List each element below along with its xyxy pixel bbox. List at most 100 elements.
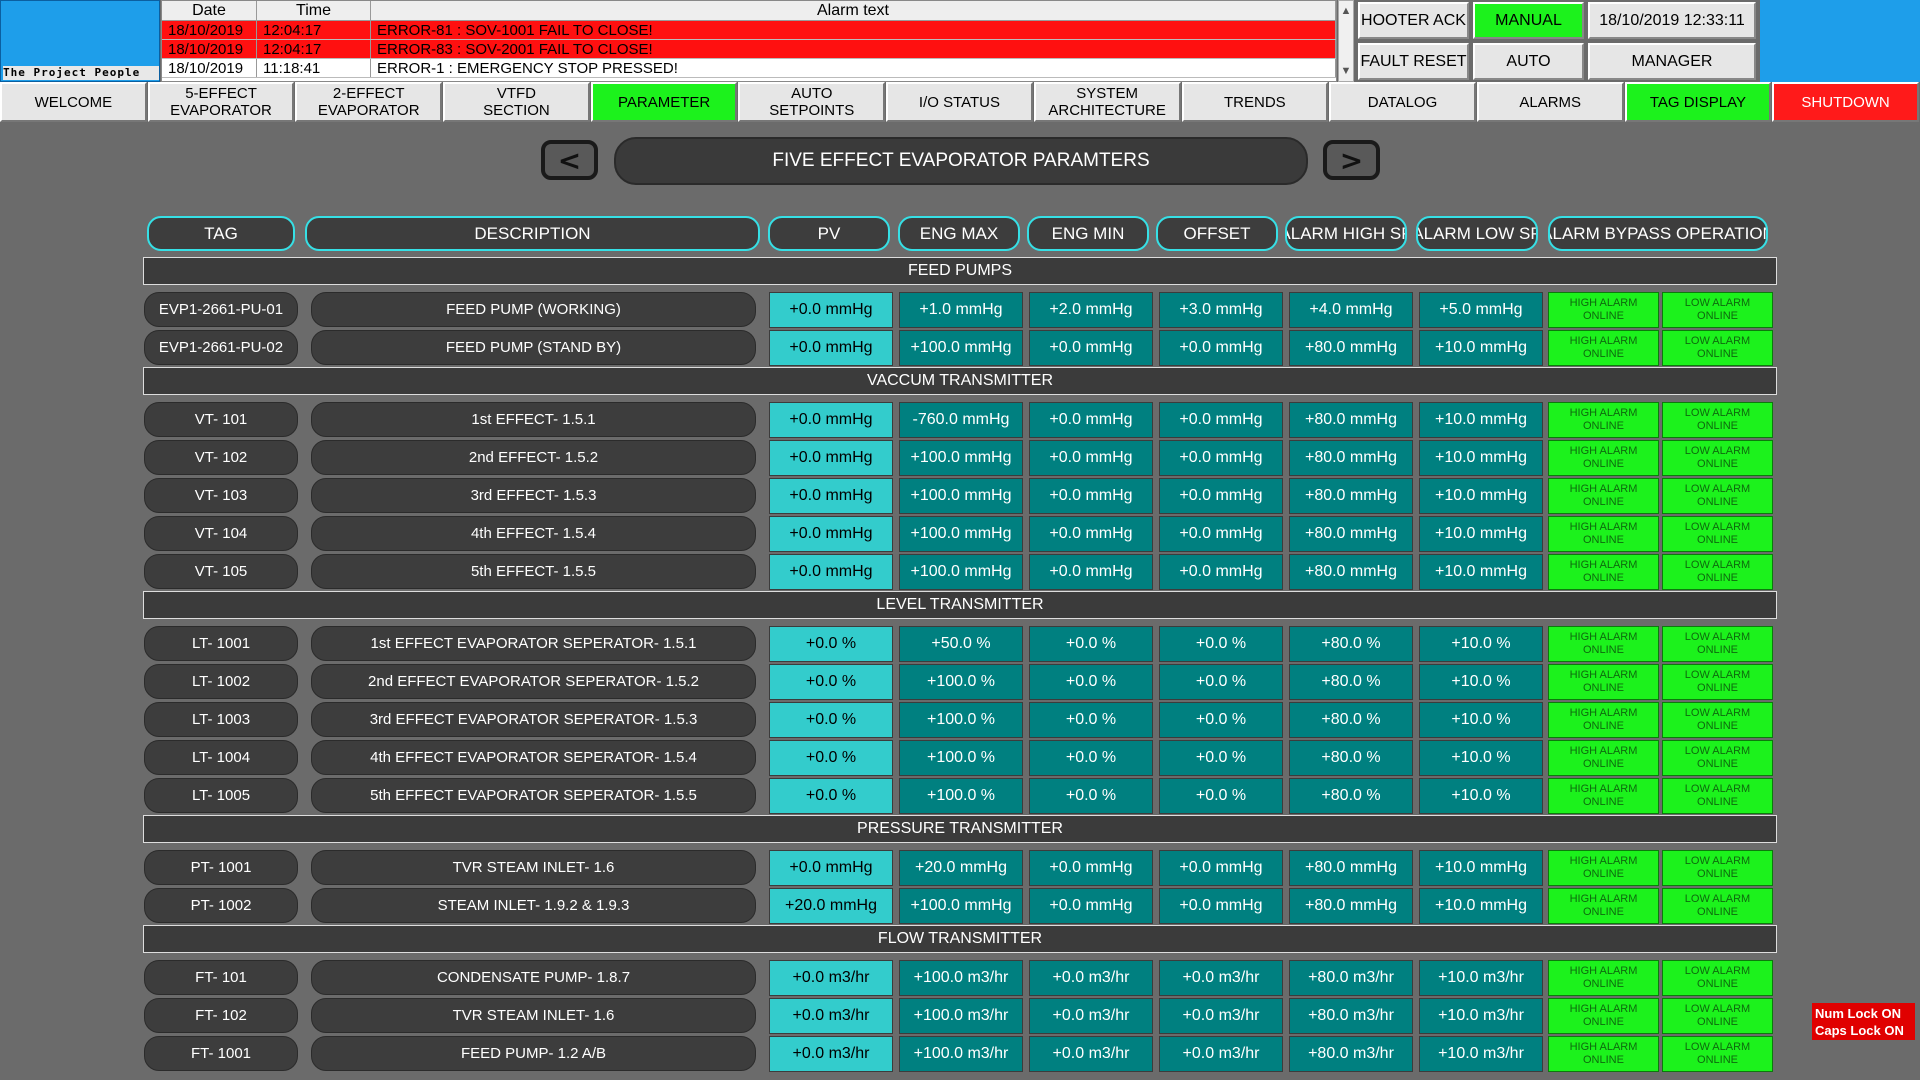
high-alarm-bypass-button[interactable]: HIGH ALARM ONLINE bbox=[1548, 626, 1659, 662]
alarm-high-sp-value[interactable]: +80.0 mmHg bbox=[1289, 554, 1413, 590]
eng-max-value[interactable]: +20.0 mmHg bbox=[899, 850, 1023, 886]
nav-2-effect-evaporator-button[interactable]: 2-EFFECT EVAPORATOR bbox=[295, 82, 443, 122]
nav-parameter-button[interactable]: PARAMETER bbox=[590, 82, 738, 122]
nav-5-effect-evaporator-button[interactable]: 5-EFFECT EVAPORATOR bbox=[147, 82, 295, 122]
alarm-row[interactable]: 18/10/2019 11:18:41 ERROR-1 : EMERGENCY ST… bbox=[162, 59, 1336, 78]
alarm-high-sp-value[interactable]: +80.0 mmHg bbox=[1289, 478, 1413, 514]
low-alarm-bypass-button[interactable]: LOW ALARM ONLINE bbox=[1662, 998, 1773, 1034]
alarm-low-sp-value[interactable]: +10.0 % bbox=[1419, 664, 1543, 700]
nav-welcome-button[interactable]: WELCOME bbox=[0, 82, 147, 122]
eng-min-value[interactable]: +0.0 mmHg bbox=[1029, 888, 1153, 924]
offset-value[interactable]: +0.0 % bbox=[1159, 778, 1283, 814]
high-alarm-bypass-button[interactable]: HIGH ALARM ONLINE bbox=[1548, 554, 1659, 590]
alarm-high-sp-value[interactable]: +4.0 mmHg bbox=[1289, 292, 1413, 328]
eng-max-value[interactable]: +50.0 % bbox=[899, 626, 1023, 662]
high-alarm-bypass-button[interactable]: HIGH ALARM ONLINE bbox=[1548, 1036, 1659, 1072]
offset-value[interactable]: +0.0 % bbox=[1159, 702, 1283, 738]
low-alarm-bypass-button[interactable]: LOW ALARM ONLINE bbox=[1662, 664, 1773, 700]
offset-value[interactable]: +0.0 mmHg bbox=[1159, 440, 1283, 476]
eng-max-value[interactable]: +100.0 m3/hr bbox=[899, 998, 1023, 1034]
eng-max-value[interactable]: +100.0 mmHg bbox=[899, 554, 1023, 590]
offset-value[interactable]: +0.0 mmHg bbox=[1159, 554, 1283, 590]
eng-min-value[interactable]: +2.0 mmHg bbox=[1029, 292, 1153, 328]
eng-min-value[interactable]: +0.0 m3/hr bbox=[1029, 960, 1153, 996]
eng-max-value[interactable]: +100.0 mmHg bbox=[899, 888, 1023, 924]
eng-max-value[interactable]: +100.0 mmHg bbox=[899, 440, 1023, 476]
nav-tag-display-button[interactable]: TAG DISPLAY bbox=[1624, 82, 1772, 122]
auto-mode-button[interactable]: AUTO bbox=[1473, 43, 1584, 80]
high-alarm-bypass-button[interactable]: HIGH ALARM ONLINE bbox=[1548, 402, 1659, 438]
high-alarm-bypass-button[interactable]: HIGH ALARM ONLINE bbox=[1548, 330, 1659, 366]
alarm-high-sp-value[interactable]: +80.0 % bbox=[1289, 702, 1413, 738]
alarm-low-sp-value[interactable]: +5.0 mmHg bbox=[1419, 292, 1543, 328]
alarm-high-sp-value[interactable]: +80.0 % bbox=[1289, 778, 1413, 814]
nav-trends-button[interactable]: TRENDS bbox=[1181, 82, 1329, 122]
eng-min-value[interactable]: +0.0 mmHg bbox=[1029, 516, 1153, 552]
high-alarm-bypass-button[interactable]: HIGH ALARM ONLINE bbox=[1548, 664, 1659, 700]
nav-i-o-status-button[interactable]: I/O STATUS bbox=[886, 82, 1033, 122]
eng-min-value[interactable]: +0.0 mmHg bbox=[1029, 330, 1153, 366]
low-alarm-bypass-button[interactable]: LOW ALARM ONLINE bbox=[1662, 740, 1773, 776]
low-alarm-bypass-button[interactable]: LOW ALARM ONLINE bbox=[1662, 554, 1773, 590]
eng-max-value[interactable]: +100.0 m3/hr bbox=[899, 1036, 1023, 1072]
alarm-row[interactable]: 18/10/2019 12:04:17 ERROR-83 : SOV-2001 FA… bbox=[162, 40, 1336, 59]
fault-reset-button[interactable]: FAULT RESET bbox=[1358, 43, 1469, 80]
high-alarm-bypass-button[interactable]: HIGH ALARM ONLINE bbox=[1548, 702, 1659, 738]
low-alarm-bypass-button[interactable]: LOW ALARM ONLINE bbox=[1662, 440, 1773, 476]
alarm-row[interactable]: 18/10/2019 12:04:17 ERROR-81 : SOV-1001 FA… bbox=[162, 21, 1336, 40]
eng-min-value[interactable]: +0.0 % bbox=[1029, 702, 1153, 738]
offset-value[interactable]: +0.0 % bbox=[1159, 664, 1283, 700]
alarm-high-sp-value[interactable]: +80.0 m3/hr bbox=[1289, 960, 1413, 996]
eng-min-value[interactable]: +0.0 % bbox=[1029, 740, 1153, 776]
high-alarm-bypass-button[interactable]: HIGH ALARM ONLINE bbox=[1548, 998, 1659, 1034]
alarm-high-sp-value[interactable]: +80.0 % bbox=[1289, 740, 1413, 776]
low-alarm-bypass-button[interactable]: LOW ALARM ONLINE bbox=[1662, 960, 1773, 996]
high-alarm-bypass-button[interactable]: HIGH ALARM ONLINE bbox=[1548, 478, 1659, 514]
offset-value[interactable]: +0.0 mmHg bbox=[1159, 330, 1283, 366]
eng-max-value[interactable]: +1.0 mmHg bbox=[899, 292, 1023, 328]
offset-value[interactable]: +0.0 mmHg bbox=[1159, 516, 1283, 552]
eng-min-value[interactable]: +0.0 % bbox=[1029, 626, 1153, 662]
low-alarm-bypass-button[interactable]: LOW ALARM ONLINE bbox=[1662, 626, 1773, 662]
low-alarm-bypass-button[interactable]: LOW ALARM ONLINE bbox=[1662, 330, 1773, 366]
eng-max-value[interactable]: +100.0 mmHg bbox=[899, 478, 1023, 514]
offset-value[interactable]: +0.0 % bbox=[1159, 740, 1283, 776]
eng-min-value[interactable]: +0.0 mmHg bbox=[1029, 478, 1153, 514]
eng-min-value[interactable]: +0.0 mmHg bbox=[1029, 554, 1153, 590]
eng-max-value[interactable]: +100.0 mmHg bbox=[899, 330, 1023, 366]
manual-mode-button[interactable]: MANUAL bbox=[1473, 2, 1584, 39]
alarm-low-sp-value[interactable]: +10.0 % bbox=[1419, 626, 1543, 662]
offset-value[interactable]: +0.0 % bbox=[1159, 626, 1283, 662]
alarm-low-sp-value[interactable]: +10.0 mmHg bbox=[1419, 330, 1543, 366]
alarm-high-sp-value[interactable]: +80.0 m3/hr bbox=[1289, 1036, 1413, 1072]
alarm-list-scrollbar[interactable]: ▲ ▼ bbox=[1338, 0, 1354, 82]
low-alarm-bypass-button[interactable]: LOW ALARM ONLINE bbox=[1662, 702, 1773, 738]
alarm-high-sp-value[interactable]: +80.0 mmHg bbox=[1289, 850, 1413, 886]
alarm-low-sp-value[interactable]: +10.0 % bbox=[1419, 778, 1543, 814]
offset-value[interactable]: +0.0 mmHg bbox=[1159, 888, 1283, 924]
eng-max-value[interactable]: +100.0 m3/hr bbox=[899, 960, 1023, 996]
alarm-low-sp-value[interactable]: +10.0 mmHg bbox=[1419, 478, 1543, 514]
alarm-low-sp-value[interactable]: +10.0 mmHg bbox=[1419, 850, 1543, 886]
eng-min-value[interactable]: +0.0 mmHg bbox=[1029, 850, 1153, 886]
eng-min-value[interactable]: +0.0 % bbox=[1029, 778, 1153, 814]
low-alarm-bypass-button[interactable]: LOW ALARM ONLINE bbox=[1662, 292, 1773, 328]
alarm-low-sp-value[interactable]: +10.0 m3/hr bbox=[1419, 960, 1543, 996]
high-alarm-bypass-button[interactable]: HIGH ALARM ONLINE bbox=[1548, 888, 1659, 924]
low-alarm-bypass-button[interactable]: LOW ALARM ONLINE bbox=[1662, 402, 1773, 438]
prev-page-button[interactable]: < bbox=[541, 140, 598, 180]
alarm-low-sp-value[interactable]: +10.0 mmHg bbox=[1419, 440, 1543, 476]
offset-value[interactable]: +0.0 mmHg bbox=[1159, 850, 1283, 886]
nav-datalog-button[interactable]: DATALOG bbox=[1329, 82, 1476, 122]
alarm-high-sp-value[interactable]: +80.0 mmHg bbox=[1289, 516, 1413, 552]
offset-value[interactable]: +0.0 mmHg bbox=[1159, 478, 1283, 514]
scroll-down-icon[interactable]: ▼ bbox=[1339, 61, 1353, 81]
offset-value[interactable]: +3.0 mmHg bbox=[1159, 292, 1283, 328]
high-alarm-bypass-button[interactable]: HIGH ALARM ONLINE bbox=[1548, 440, 1659, 476]
eng-min-value[interactable]: +0.0 mmHg bbox=[1029, 440, 1153, 476]
alarm-low-sp-value[interactable]: +10.0 % bbox=[1419, 702, 1543, 738]
high-alarm-bypass-button[interactable]: HIGH ALARM ONLINE bbox=[1548, 516, 1659, 552]
alarm-list[interactable]: Date Time Alarm text 18/10/2019 12:04:17 E… bbox=[161, 0, 1337, 82]
next-page-button[interactable]: > bbox=[1323, 140, 1380, 180]
low-alarm-bypass-button[interactable]: LOW ALARM ONLINE bbox=[1662, 850, 1773, 886]
